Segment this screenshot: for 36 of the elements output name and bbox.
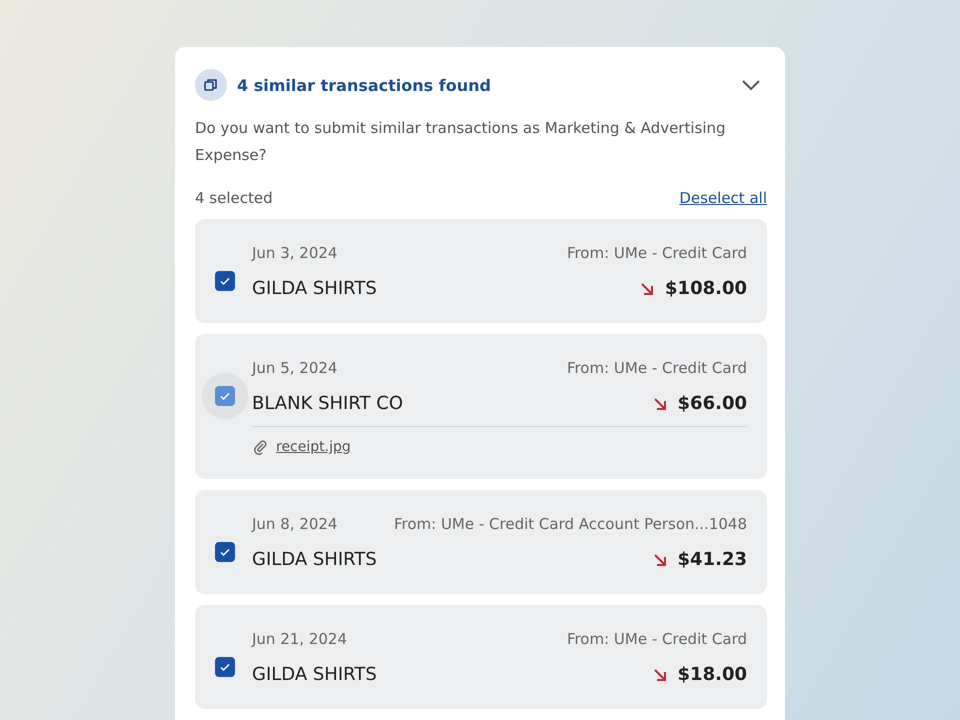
down-right-arrow-icon — [652, 396, 668, 412]
account-source: From: UMe - Credit Card — [566, 244, 747, 262]
checkbox[interactable] — [215, 270, 235, 290]
down-right-arrow-icon — [652, 552, 668, 568]
merchant-name: BLANK SHIRT CO — [252, 393, 404, 414]
paperclip-icon — [252, 439, 268, 455]
down-right-arrow-icon — [639, 280, 656, 296]
transaction-date: Jun 5, 2024 — [252, 359, 338, 377]
transaction-card[interactable]: Jun 5, 2024 From: UMe - Credit Card BLANK SHIRT CO $66.00 receipt.jpg — [195, 334, 767, 479]
down-right-arrow-icon — [652, 666, 668, 682]
merchant-name: GILDA SHIRTS — [252, 549, 378, 570]
account-source: From: UMe - Credit Card Account Person...1048 — [394, 515, 747, 533]
chevron-icon[interactable] — [741, 79, 761, 91]
transaction-card[interactable]: Jun 21, 2024 From: UMe - Credit Card GILDA SHIRTS $18.00 — [195, 605, 767, 709]
amount: $41.23 — [678, 549, 747, 570]
account-source: From: UMe - Credit Card — [566, 630, 747, 648]
question-text: Do you want to submit similar transactions as Marketing & Advertising Expense? — [195, 118, 727, 166]
attachment-link[interactable]: receipt.jpg — [276, 439, 351, 455]
copy-icon — [195, 69, 227, 101]
account-source: From: UMe - Credit Card — [566, 359, 747, 377]
transaction-date: Jun 21, 2024 — [252, 630, 348, 648]
amount: $18.00 — [678, 664, 747, 685]
transaction-date: Jun 8, 2024 — [252, 515, 338, 533]
transaction-card[interactable]: Jun 3, 2024 From: UMe - Credit Card GILDA SHIRTS $108.00 — [195, 219, 767, 323]
checkbox[interactable] — [215, 542, 235, 562]
checkbox[interactable] — [215, 386, 235, 406]
transaction-date: Jun 3, 2024 — [252, 244, 338, 262]
merchant-name: GILDA SHIRTS — [252, 664, 378, 685]
panel-title: 4 similar transactions found — [237, 76, 492, 94]
checkbox[interactable] — [215, 656, 235, 676]
amount: $108.00 — [665, 278, 747, 299]
selected-count: 4 selected — [195, 189, 273, 207]
amount: $66.00 — [678, 393, 747, 414]
deselect-all-link[interactable]: Deselect all — [679, 189, 767, 207]
transaction-card[interactable]: Jun 8, 2024 From: UMe - Credit Card Account Person...1048 GILDA SHIRTS $41.23 — [195, 490, 767, 594]
merchant-name: GILDA SHIRTS — [252, 278, 378, 299]
